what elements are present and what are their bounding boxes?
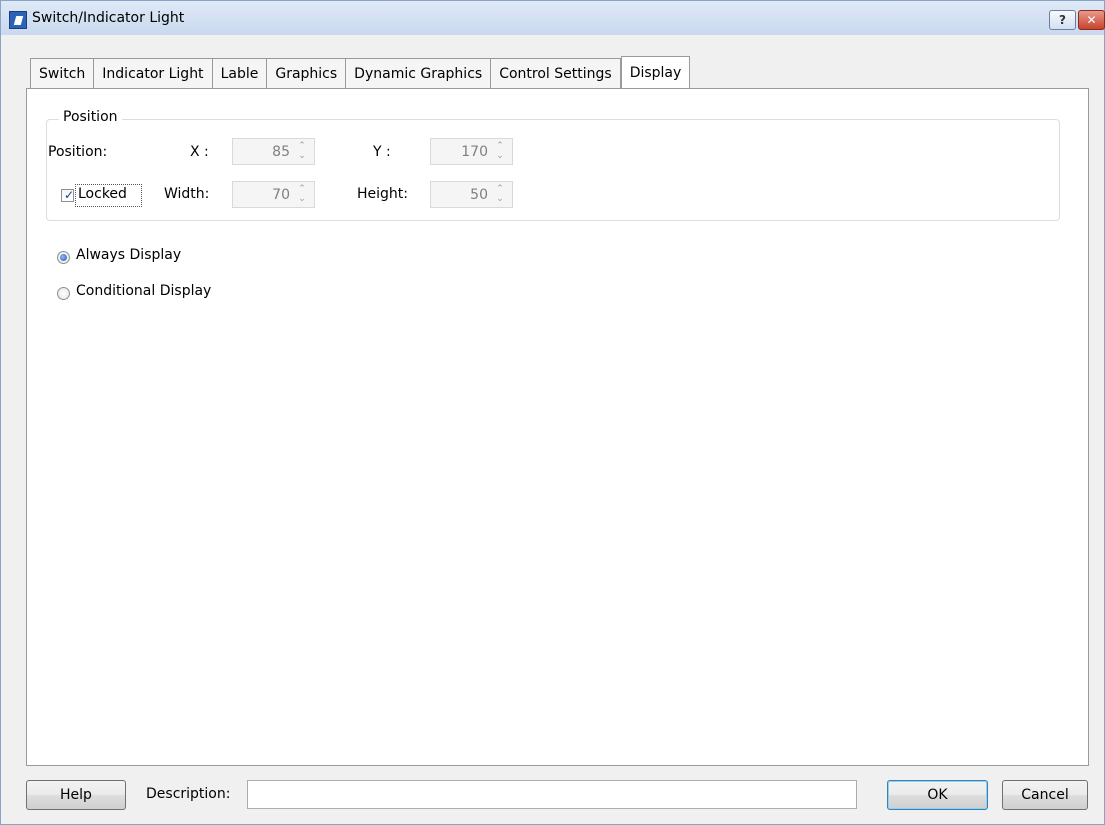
width-label: Width: [164,186,210,202]
conditional-display-radio[interactable] [57,287,70,300]
chevron-down-icon[interactable]: ⌄ [494,194,506,204]
tab-display[interactable]: Display [620,56,691,89]
chevron-up-icon[interactable]: ⌃ [494,184,506,194]
chevron-up-icon[interactable]: ⌃ [296,141,308,151]
description-field[interactable] [247,780,857,809]
chevron-up-icon[interactable]: ⌃ [296,184,308,194]
height-value: 50 [470,187,488,203]
x-label: X : [190,144,209,160]
width-value: 70 [272,187,290,203]
tab-indicator-light[interactable]: Indicator Light [94,58,213,89]
tab-control-settings[interactable]: Control Settings [491,58,621,89]
description-label: Description: [146,786,231,802]
chevron-down-icon[interactable]: ⌄ [296,151,308,161]
position-group-title: Position [59,109,122,125]
always-display-label[interactable]: Always Display [76,247,181,263]
chevron-down-icon[interactable]: ⌄ [296,194,308,204]
y-label: Y : [373,144,391,160]
check-icon: ✓ [64,188,75,202]
y-value: 170 [461,144,488,160]
title-bar: Switch/Indicator Light ? ✕ [1,1,1105,35]
width-spinbox[interactable]: 70 ⌃ ⌄ [232,181,315,208]
tab-switch[interactable]: Switch [30,58,95,89]
x-spinbox[interactable]: 85 ⌃ ⌄ [232,138,315,165]
height-label: Height: [357,186,408,202]
y-spin-arrows[interactable]: ⌃ ⌄ [494,141,506,162]
x-spin-arrows[interactable]: ⌃ ⌄ [296,141,308,162]
tab-graphics[interactable]: Graphics [267,58,347,89]
always-display-radio[interactable] [57,251,70,264]
locked-label[interactable]: Locked [78,186,127,202]
conditional-display-label[interactable]: Conditional Display [76,283,211,299]
cancel-button[interactable]: Cancel [1002,780,1088,810]
app-icon [9,11,27,29]
tab-dynamic-graphics[interactable]: Dynamic Graphics [346,58,492,89]
position-group [46,119,1060,221]
chevron-down-icon[interactable]: ⌄ [494,151,506,161]
x-value: 85 [272,144,290,160]
window-title: Switch/Indicator Light [32,10,185,26]
tab-panel-display: Position Position: X : 85 ⌃ ⌄ Y : 170 ⌃ ⌄ … [26,88,1089,766]
chevron-up-icon[interactable]: ⌃ [494,141,506,151]
height-spin-arrows[interactable]: ⌃ ⌄ [494,184,506,205]
close-button[interactable]: ✕ [1078,10,1105,30]
position-label: Position: [48,144,108,160]
y-spinbox[interactable]: 170 ⌃ ⌄ [430,138,513,165]
height-spinbox[interactable]: 50 ⌃ ⌄ [430,181,513,208]
help-button[interactable]: Help [26,780,126,810]
tab-strip: Switch Indicator Light Lable Graphics Dy… [30,56,691,89]
ok-button[interactable]: OK [887,780,988,810]
dialog-window: Switch/Indicator Light ? ✕ Switch Indica… [0,0,1105,825]
locked-checkbox[interactable]: ✓ [61,188,75,202]
width-spin-arrows[interactable]: ⌃ ⌄ [296,184,308,205]
tab-lable[interactable]: Lable [212,58,268,89]
title-help-button[interactable]: ? [1049,10,1076,30]
